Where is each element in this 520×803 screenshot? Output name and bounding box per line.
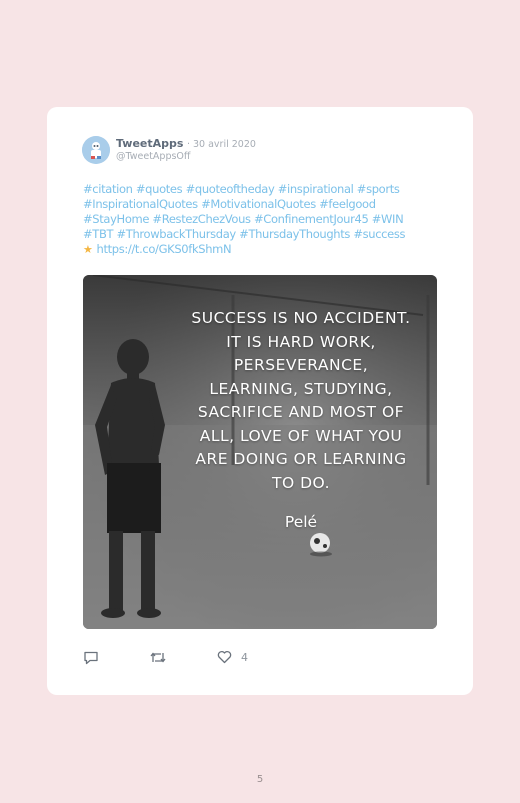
tweet-text: #citation #quotes #quoteoftheday #inspir… (83, 182, 463, 257)
page-number: 5 (256, 774, 264, 785)
hashtag-line[interactable]: #StayHome #RestezChezVous #ConfinementJo… (83, 212, 463, 227)
like-button[interactable]: 4 (217, 650, 248, 664)
quote-line: SACRIFICE AND MOST OF (197, 403, 405, 421)
account-handle[interactable]: @TweetAppsOff (116, 151, 190, 162)
account-name[interactable]: TweetApps (116, 137, 183, 150)
quote-line: LEARNING, STUDYING, (209, 379, 393, 398)
tweet-header: TweetApps · 30 avril 2020 (116, 137, 256, 151)
like-count: 4 (241, 650, 248, 664)
reply-icon (84, 651, 98, 665)
reply-button[interactable] (83, 650, 99, 665)
retweet-icon (150, 652, 166, 663)
quote-line: ARE DOING OR LEARNING (195, 450, 407, 468)
link-line: ★ https://t.co/GKS0fkShmN (83, 242, 463, 257)
tweet-actions: 4 (83, 650, 383, 668)
quote-line: SUCCESS IS NO ACCIDENT. (191, 309, 411, 327)
quote-line: TO DO. (271, 473, 331, 492)
avatar[interactable] (82, 136, 110, 164)
quote-text: SUCCESS IS NO ACCIDENT. IT IS HARD WORK,… (171, 307, 431, 495)
hashtag-line[interactable]: #TBT #ThrowbackThursday #ThursdayThought… (83, 227, 463, 242)
tweet-image[interactable]: SUCCESS IS NO ACCIDENT. IT IS HARD WORK,… (83, 275, 437, 629)
quote-line: ALL, LOVE OF WHAT YOU (199, 426, 403, 445)
retweet-button[interactable] (149, 650, 167, 665)
star-emoji-icon: ★ (83, 243, 93, 256)
tweet-link[interactable]: https://t.co/GKS0fkShmN (97, 242, 232, 256)
quote-author: Pelé (284, 513, 318, 531)
heart-icon (217, 650, 232, 664)
quote-line: IT IS HARD WORK, (226, 332, 376, 351)
tweet-card: TweetApps · 30 avril 2020 @TweetAppsOff … (47, 107, 473, 695)
quote-line: PERSEVERANCE, (233, 356, 369, 374)
tweet-date[interactable]: · 30 avril 2020 (187, 139, 256, 150)
hashtag-line[interactable]: #citation #quotes #quoteoftheday #inspir… (83, 182, 463, 197)
hashtag-line[interactable]: #InspirationalQuotes #MotivationalQuotes… (83, 197, 463, 212)
